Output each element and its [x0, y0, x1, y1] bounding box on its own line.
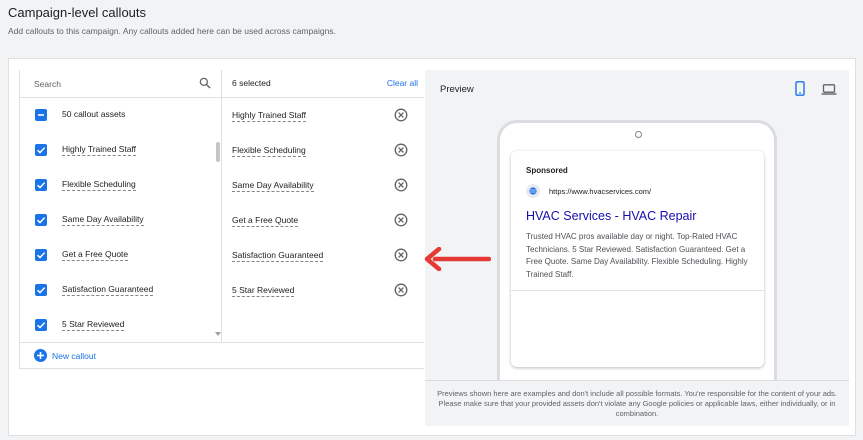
search-placeholder: Search — [34, 79, 61, 89]
select-all-row[interactable]: 50 callout assets — [20, 98, 220, 133]
selected-item-label: Satisfaction Guaranteed — [232, 250, 324, 262]
item-checkbox[interactable] — [35, 249, 47, 261]
search-input[interactable]: Search — [20, 70, 222, 98]
remove-icon[interactable] — [394, 108, 408, 122]
item-checkbox[interactable] — [35, 284, 47, 296]
scroll-down-arrow-icon[interactable] — [215, 332, 221, 336]
selected-panel: 6 selected Clear all Highly Trained Staf… — [222, 70, 424, 342]
new-callout-label: New callout — [52, 351, 96, 361]
asset-label: Satisfaction Guaranteed — [62, 284, 154, 296]
item-checkbox[interactable] — [35, 319, 47, 331]
remove-icon[interactable] — [394, 283, 408, 297]
add-circle-icon[interactable] — [34, 349, 47, 362]
remove-icon[interactable] — [394, 248, 408, 262]
divider — [511, 290, 764, 291]
selected-count: 6 selected — [232, 78, 271, 88]
list-item[interactable]: Same Day Availability — [20, 203, 220, 238]
asset-count-label: 50 callout assets — [62, 109, 126, 119]
asset-label: Flexible Scheduling — [62, 179, 136, 191]
item-checkbox[interactable] — [35, 179, 47, 191]
selected-item: Get a Free Quote — [222, 203, 424, 238]
preview-title: Preview — [440, 84, 474, 95]
list-item[interactable]: Highly Trained Staff — [20, 133, 220, 168]
asset-label: Get a Free Quote — [62, 249, 129, 261]
selected-header: 6 selected Clear all — [222, 70, 424, 98]
mobile-device-icon[interactable] — [795, 81, 805, 96]
asset-list-panel: Search 50 callout assets Highly Trained … — [19, 70, 222, 342]
page-subtitle: Add callouts to this campaign. Any callo… — [8, 26, 336, 36]
globe-icon — [526, 184, 540, 198]
list-scrollbar[interactable] — [216, 142, 220, 162]
list-item[interactable]: Satisfaction Guaranteed — [20, 273, 220, 308]
list-item[interactable]: 5 Star Reviewed — [20, 308, 220, 343]
red-arrow-icon — [424, 247, 491, 271]
selected-item-label: Highly Trained Staff — [232, 110, 307, 122]
phone-camera — [635, 131, 642, 138]
selected-item: Same Day Availability — [222, 168, 424, 203]
list-item[interactable]: Get a Free Quote — [20, 238, 220, 273]
desktop-device-icon[interactable] — [821, 84, 837, 95]
page-header: Campaign-level callouts Add callouts to … — [0, 0, 863, 58]
preview-disclaimer: Previews shown here are examples and don… — [425, 380, 849, 426]
asset-label: Same Day Availability — [62, 214, 144, 226]
page-title: Campaign-level callouts — [8, 5, 147, 20]
asset-label: Highly Trained Staff — [62, 144, 137, 156]
selected-item: Highly Trained Staff — [222, 98, 424, 133]
selected-item: 5 Star Reviewed — [222, 273, 424, 308]
clear-all-button[interactable]: Clear all — [387, 78, 418, 88]
ad-url: https://www.hvacservices.com/ — [549, 187, 652, 196]
remove-icon[interactable] — [394, 178, 408, 192]
item-checkbox[interactable] — [35, 144, 47, 156]
select-all-checkbox[interactable] — [35, 109, 47, 121]
selected-item-label: Flexible Scheduling — [232, 145, 306, 157]
phone-frame: Sponsored https://www.hvacservices.com/ … — [497, 120, 777, 380]
ad-preview-card: Sponsored https://www.hvacservices.com/ … — [511, 151, 764, 367]
selected-item-label: 5 Star Reviewed — [232, 285, 295, 297]
list-item[interactable]: Flexible Scheduling — [20, 168, 220, 203]
selected-item: Flexible Scheduling — [222, 133, 424, 168]
item-checkbox[interactable] — [35, 214, 47, 226]
ad-description: Trusted HVAC pros available day or night… — [526, 232, 748, 279]
sponsored-label: Sponsored — [526, 166, 568, 175]
asset-label: 5 Star Reviewed — [62, 319, 125, 331]
selected-item: Satisfaction Guaranteed — [222, 238, 424, 273]
ad-headline[interactable]: HVAC Services - HVAC Repair — [526, 209, 696, 223]
new-callout-button[interactable]: New callout — [19, 342, 424, 369]
search-icon[interactable] — [198, 76, 212, 90]
selected-item-label: Get a Free Quote — [232, 215, 299, 227]
remove-icon[interactable] — [394, 213, 408, 227]
selected-item-label: Same Day Availability — [232, 180, 314, 192]
remove-icon[interactable] — [394, 143, 408, 157]
